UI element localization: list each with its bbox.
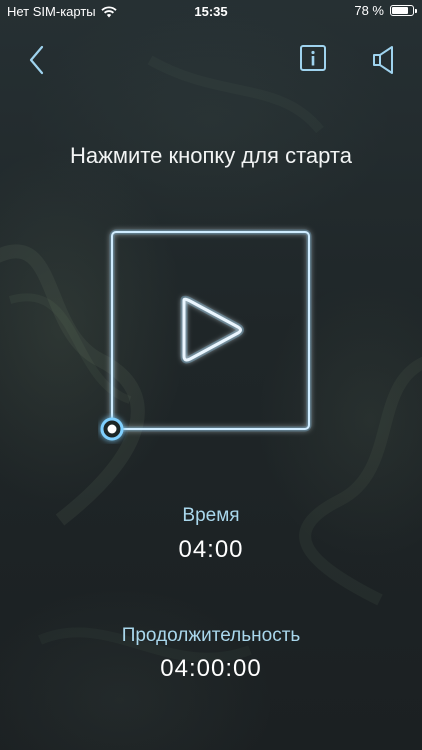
progress-marker (100, 417, 124, 441)
battery-tip (415, 9, 417, 13)
speaker-icon (373, 46, 393, 74)
battery-icon (390, 5, 417, 16)
duration-label: Продолжительность (121, 625, 301, 646)
status-bar: Нет SIM-карты 15:35 78 % (0, 0, 422, 22)
app-screen: Нет SIM-карты 15:35 78 % Нажмите кнопку … (0, 0, 422, 750)
start-prompt: Нажмите кнопку для старта (70, 143, 352, 168)
play-icon (180, 295, 244, 364)
play-button[interactable] (98, 220, 324, 444)
time-label: Время (182, 505, 240, 526)
battery-text: 78 % (354, 3, 384, 18)
info-button[interactable] (299, 44, 329, 74)
time-value: 04:00 (178, 536, 244, 563)
chevron-left-icon (29, 45, 44, 75)
info-icon (300, 45, 326, 71)
battery-fill (392, 7, 408, 14)
sound-button[interactable] (370, 44, 402, 76)
play-frame (100, 229, 312, 441)
back-button[interactable] (24, 42, 54, 78)
duration-value: 04:00:00 (160, 655, 262, 682)
status-right: 78 % (354, 3, 417, 18)
